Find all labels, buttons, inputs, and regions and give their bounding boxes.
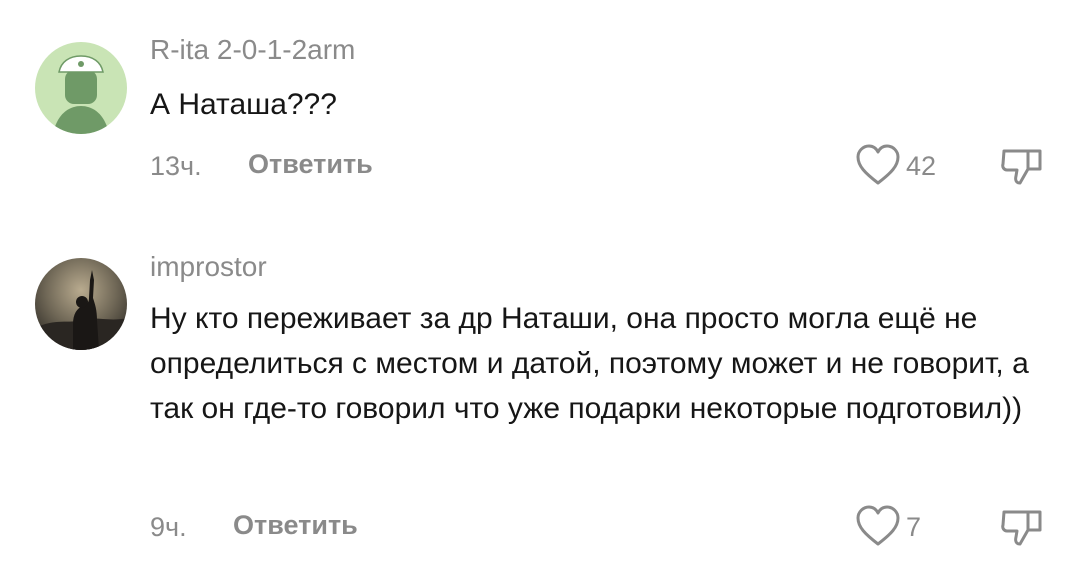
like-count: 7 (906, 512, 922, 542)
heart-icon[interactable] (855, 143, 901, 187)
avatar[interactable] (35, 42, 127, 134)
reply-button[interactable]: Ответить (233, 510, 358, 541)
bucket-hat-avatar-icon (35, 42, 127, 134)
comment-text: А Наташа??? (150, 88, 337, 121)
comment-time: 13ч. (150, 151, 202, 181)
comment-author[interactable]: R-ita 2-0-1-2arm (150, 33, 355, 67)
thumbs-down-icon[interactable] (998, 143, 1046, 187)
photo-avatar (35, 258, 127, 350)
comment-item: improstor Ну кто переживает за др Наташи… (0, 240, 1079, 567)
heart-icon[interactable] (855, 504, 901, 548)
like-count: 42 (906, 151, 937, 181)
comment-author[interactable]: improstor (150, 250, 267, 284)
avatar[interactable] (35, 258, 127, 350)
comment-actions: 13ч. Ответить 42 (0, 143, 1079, 187)
comment-text: Ну кто переживает за др Наташи, она прос… (150, 302, 1029, 425)
comment-item: R-ita 2-0-1-2arm А Наташа??? 13ч. Ответи… (0, 0, 1079, 200)
thumbs-down-icon[interactable] (998, 504, 1046, 548)
comment-time: 9ч. (150, 512, 187, 542)
reply-button[interactable]: Ответить (248, 149, 373, 180)
comment-actions: 9ч. Ответить 7 (0, 504, 1079, 548)
